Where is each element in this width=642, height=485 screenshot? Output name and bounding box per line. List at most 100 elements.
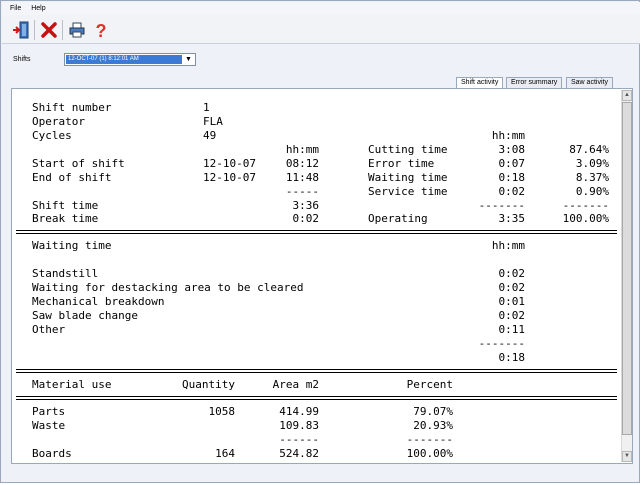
report-row: 0:18: [16, 351, 617, 365]
scrollbar-thumb[interactable]: [622, 102, 632, 435]
material-quantity: 1058: [208, 405, 236, 418]
start-time: 08:12: [285, 157, 319, 170]
dash-separator: ------: [279, 433, 319, 446]
tab-saw-activity[interactable]: Saw activity: [566, 77, 613, 88]
waiting-row: Mechanical breakdown 0:01: [16, 295, 617, 309]
dash-separator: -------: [478, 337, 525, 350]
delete-button[interactable]: [38, 19, 60, 41]
operator-value: FLA: [203, 115, 223, 128]
report-row: Operator FLA: [16, 115, 617, 129]
material-area: 414.99: [279, 405, 319, 418]
waiting-reason-time: 0:02: [498, 281, 526, 294]
waiting-row: Other 0:11: [16, 323, 617, 337]
scroll-up-icon[interactable]: ▲: [622, 90, 632, 101]
waiting-time-value: 0:18: [498, 171, 526, 184]
report-row: Cycles 49 hh:mm: [16, 129, 617, 143]
waiting-reason-time: 0:11: [498, 323, 526, 336]
area-header: Area m2: [272, 378, 319, 391]
double-divider: [16, 230, 617, 234]
dash-separator: -------: [562, 199, 609, 212]
shift-time-label: Shift time: [32, 199, 99, 212]
app-window: File Help ? Shifts 12-OCT-07 (1) 8:12:01…: [0, 0, 640, 483]
dash-separator: -------: [478, 199, 525, 212]
waiting-reason-label: Mechanical breakdown: [32, 295, 165, 308]
material-percent: 20.93%: [413, 419, 453, 432]
cutting-time-value: 3:08: [498, 143, 526, 156]
hhmm-header: hh:mm: [491, 239, 525, 252]
service-time-percent: 0.90%: [575, 185, 609, 198]
waiting-reason-time: 0:02: [498, 309, 526, 322]
menu-help[interactable]: Help: [31, 2, 45, 15]
error-time-percent: 3.09%: [575, 157, 609, 170]
shift-number-value: 1: [203, 101, 210, 114]
chevron-down-icon[interactable]: ▼: [183, 55, 194, 64]
help-button[interactable]: ?: [90, 19, 112, 41]
break-time-value: 0:02: [292, 212, 320, 225]
dash-separator: -----: [285, 185, 319, 198]
boards-label: Boards: [32, 447, 72, 460]
waiting-total: 0:18: [498, 351, 526, 364]
waiting-reason-label: Saw blade change: [32, 309, 138, 322]
cutting-time-label: Cutting time: [368, 143, 448, 156]
shift-activity-report: Shift number 1 Operator FLA Cycles 49 hh…: [16, 92, 617, 460]
error-time-label: Error time: [368, 157, 435, 170]
cutting-time-percent: 87.64%: [569, 143, 609, 156]
waiting-row: Waiting for destacking area to be cleare…: [16, 281, 617, 295]
operating-label: Operating: [368, 212, 428, 225]
report-row: Start of shift 12-10-07 08:12 Error time…: [16, 157, 617, 171]
report-panel: Shift number 1 Operator FLA Cycles 49 hh…: [11, 88, 633, 464]
shifts-label: Shifts: [13, 56, 31, 63]
report-row: End of shift 12-10-07 11:48 Waiting time…: [16, 171, 617, 185]
quantity-header: Quantity: [182, 378, 235, 391]
waiting-reason-time: 0:01: [498, 295, 526, 308]
waiting-row: Saw blade change 0:02: [16, 309, 617, 323]
waiting-time-header: Waiting time: [32, 239, 112, 252]
shifts-dropdown[interactable]: 12-OCT-07 (1) 8:12:01 AM ▼: [64, 53, 196, 66]
vertical-scrollbar[interactable]: ▲ ▼: [621, 90, 632, 462]
operating-percent: 100.00%: [562, 212, 609, 225]
tab-error-summary[interactable]: Error summary: [506, 77, 563, 88]
report-row: ------ -------: [16, 433, 617, 447]
boards-quantity: 164: [215, 447, 235, 460]
operating-time: 3:35: [498, 212, 526, 225]
double-divider: [16, 369, 617, 373]
question-mark-icon: ?: [96, 21, 107, 39]
boards-area: 524.82: [279, 447, 319, 460]
start-of-shift-label: Start of shift: [32, 157, 125, 170]
menu-file[interactable]: File: [10, 2, 21, 15]
exit-button[interactable]: [10, 19, 32, 41]
material-row: Parts 1058 414.99 79.07%: [16, 405, 617, 419]
print-button[interactable]: [66, 19, 88, 41]
end-of-shift-label: End of shift: [32, 171, 112, 184]
report-row: hh:mm Cutting time 3:08 87.64%: [16, 143, 617, 157]
double-divider: [16, 396, 617, 400]
material-row: Waste 109.83 20.93%: [16, 419, 617, 433]
cycles-label: Cycles: [32, 129, 72, 142]
percent-header: Percent: [406, 378, 453, 391]
waiting-reason-label: Other: [32, 323, 66, 336]
material-name: Waste: [32, 419, 66, 432]
report-row: Waiting time hh:mm: [16, 239, 617, 253]
waiting-time-percent: 8.37%: [575, 171, 609, 184]
service-time-label: Service time: [368, 185, 448, 198]
waiting-reason-time: 0:02: [498, 267, 526, 280]
boards-percent: 100.00%: [406, 447, 453, 460]
boards-row: Boards 164 524.82 100.00%: [16, 447, 617, 460]
waiting-row: Standstill 0:02: [16, 267, 617, 281]
material-name: Parts: [32, 405, 66, 418]
material-use-header: Material use: [32, 378, 112, 391]
report-row: ----- Service time 0:02 0.90%: [16, 185, 617, 199]
end-time: 11:48: [285, 171, 319, 184]
dash-separator: -------: [406, 433, 453, 446]
material-header-row: Material use Quantity Area m2 Percent: [16, 378, 617, 392]
red-x-icon: [41, 22, 57, 38]
material-area: 109.83: [279, 419, 319, 432]
menu-bar: File Help: [2, 2, 640, 15]
toolbar: ?: [2, 15, 640, 44]
shift-number-label: Shift number: [32, 101, 112, 114]
hhmm-header: hh:mm: [491, 129, 525, 142]
service-time-value: 0:02: [498, 185, 526, 198]
report-row: Break time 0:02 Operating 3:35 100.00%: [16, 212, 617, 226]
report-row: Shift time 3:36 ------- -------: [16, 199, 617, 213]
scroll-down-icon[interactable]: ▼: [622, 451, 632, 462]
